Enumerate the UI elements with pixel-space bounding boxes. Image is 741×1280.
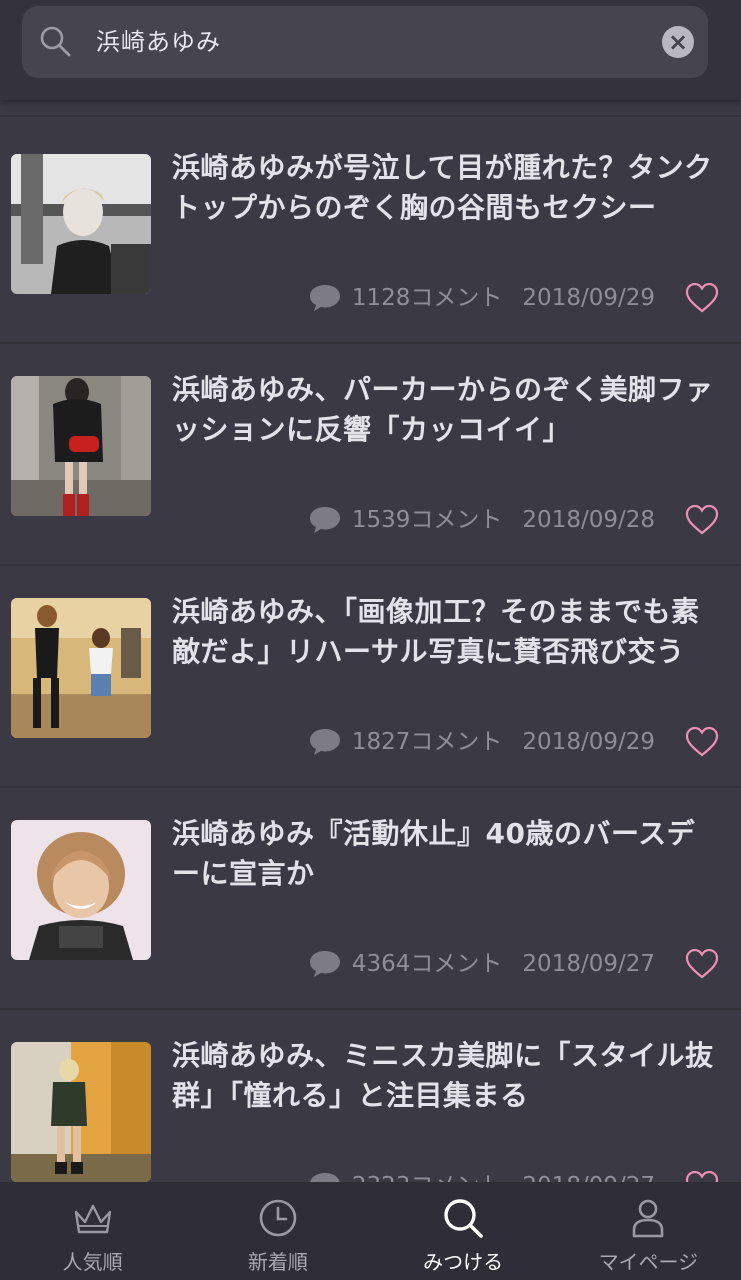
article-title[interactable]: 浜崎あゆみ、「画像加工？そのままでも素敵だよ」リハーサル写真に賛否飛び交う	[172, 592, 720, 672]
article-date: 2018/09/29	[522, 729, 655, 755]
tab-label: みつける	[423, 1250, 504, 1274]
article-list: 浜崎あゆみが号泣して目が腫れた？タンクトップからのぞく胸の谷間もセクシー 112…	[0, 122, 741, 1232]
clear-search-button[interactable]: ×	[662, 26, 694, 58]
heart-icon[interactable]	[685, 726, 719, 758]
article-meta: 1827コメント 2018/09/29	[308, 724, 655, 760]
article-date: 2018/09/27	[522, 951, 655, 977]
search-icon	[444, 1199, 483, 1238]
search-header: 浜崎あゆみ ×	[0, 0, 741, 100]
divider	[0, 115, 741, 117]
comment-count: 1827コメント	[351, 729, 503, 755]
article-thumbnail	[11, 820, 151, 960]
article-date: 2018/09/29	[522, 285, 655, 311]
article-meta: 1539コメント 2018/09/28	[308, 502, 655, 538]
tab-discover[interactable]: みつける	[371, 1182, 556, 1280]
comment-icon	[309, 507, 340, 533]
search-input[interactable]: 浜崎あゆみ	[96, 6, 221, 78]
crown-icon	[74, 1204, 111, 1234]
tab-mypage[interactable]: マイページ	[556, 1182, 741, 1280]
comment-count: 1539コメント	[351, 507, 503, 533]
article-item[interactable]: 浜崎あゆみ、パーカーからのぞく美脚ファッションに反響「カッコイイ」 1539コメ…	[0, 344, 741, 566]
article-item[interactable]: 浜崎あゆみ『活動休止』40歳のバースデーに宣言か 4364コメント 2018/0…	[0, 788, 741, 1010]
article-item[interactable]: 浜崎あゆみが号泣して目が腫れた？タンクトップからのぞく胸の谷間もセクシー 112…	[0, 122, 741, 344]
article-thumbnail	[11, 376, 151, 516]
article-thumbnail	[11, 598, 151, 738]
article-item[interactable]: 浜崎あゆみ、「画像加工？そのままでも素敵だよ」リハーサル写真に賛否飛び交う 18…	[0, 566, 741, 788]
comment-icon	[309, 729, 340, 755]
article-thumbnail	[11, 154, 151, 294]
heart-icon[interactable]	[685, 282, 719, 314]
heart-icon[interactable]	[685, 948, 719, 980]
article-title[interactable]: 浜崎あゆみ、パーカーからのぞく美脚ファッションに反響「カッコイイ」	[172, 370, 720, 450]
article-title[interactable]: 浜崎あゆみ、ミニスカ美脚に「スタイル抜群」「憧れる」と注目集まる	[172, 1036, 720, 1116]
article-thumbnail	[11, 1042, 151, 1182]
comment-icon	[309, 951, 340, 977]
article-title[interactable]: 浜崎あゆみ『活動休止』40歳のバースデーに宣言か	[172, 814, 720, 894]
clock-icon	[259, 1199, 297, 1237]
article-title[interactable]: 浜崎あゆみが号泣して目が腫れた？タンクトップからのぞく胸の谷間もセクシー	[172, 148, 720, 228]
comment-count: 4364コメント	[351, 951, 503, 977]
user-icon	[633, 1199, 664, 1238]
tab-label: マイページ	[598, 1250, 699, 1274]
tab-popular[interactable]: 人気順	[0, 1182, 185, 1280]
tab-label: 人気順	[62, 1250, 123, 1274]
article-date: 2018/09/28	[522, 507, 655, 533]
article-meta: 4364コメント 2018/09/27	[308, 946, 655, 982]
tab-label: 新着順	[247, 1250, 308, 1274]
comment-icon	[309, 285, 340, 311]
heart-icon[interactable]	[685, 504, 719, 536]
bottom-tab-bar: 人気順 新着順 みつける マイページ	[0, 1182, 741, 1280]
search-icon	[40, 26, 71, 57]
article-meta: 1128コメント 2018/09/29	[308, 280, 655, 316]
tab-newest[interactable]: 新着順	[185, 1182, 370, 1280]
comment-count: 1128コメント	[351, 285, 503, 311]
search-box[interactable]: 浜崎あゆみ ×	[22, 6, 708, 78]
